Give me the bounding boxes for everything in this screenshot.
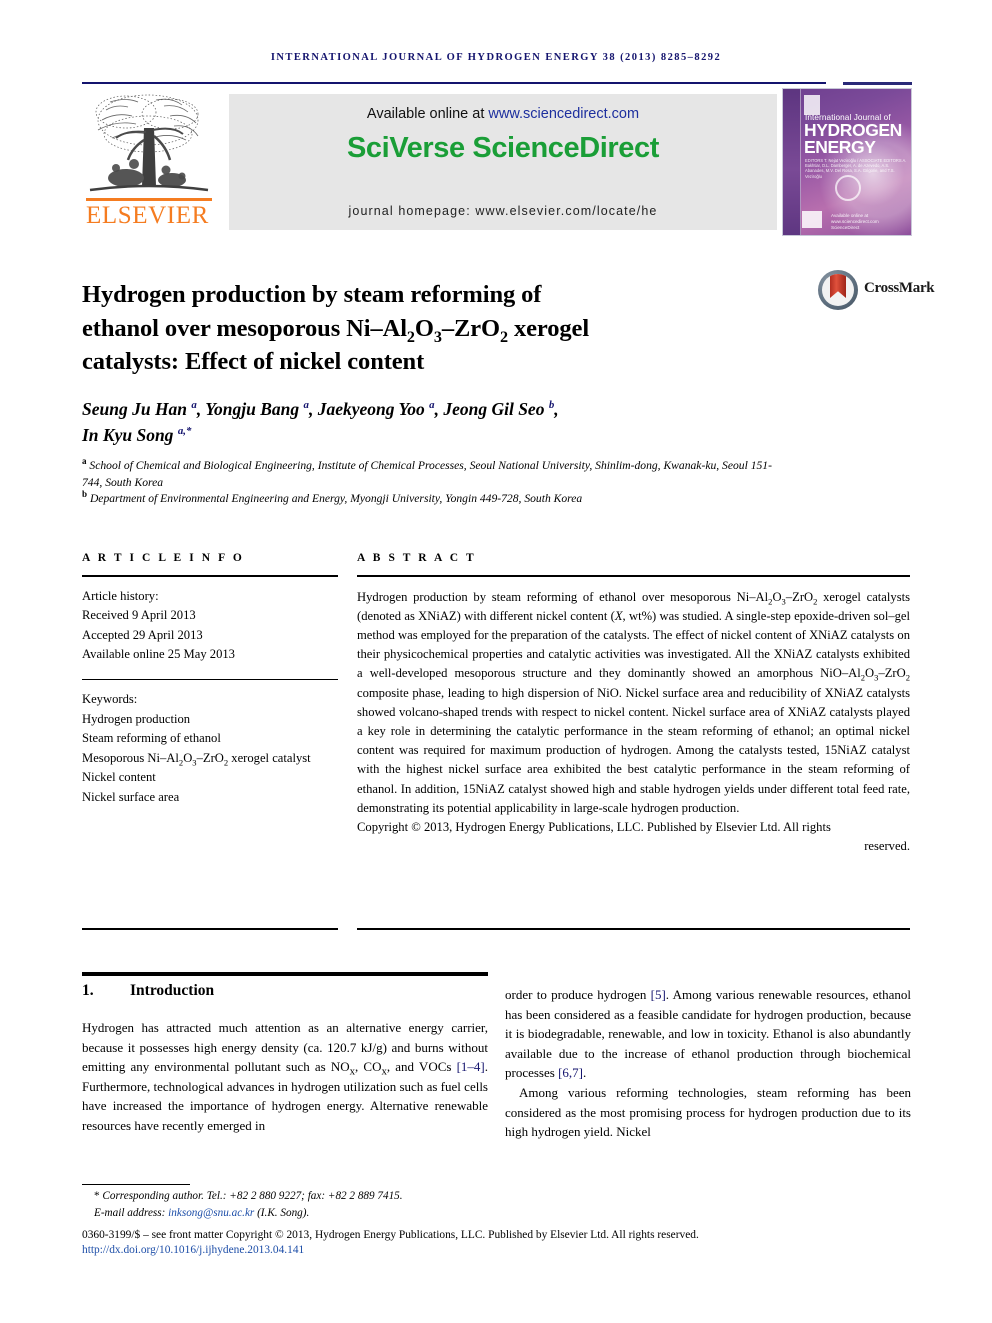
- abstract-copyright: Copyright © 2013, Hydrogen Energy Public…: [357, 818, 910, 856]
- cover-spine: [783, 89, 801, 235]
- keyword-item: Steam reforming of ethanol: [82, 731, 221, 745]
- history-received: Received 9 April 2013: [82, 608, 196, 622]
- title-line-3: catalysts: Effect of nickel content: [82, 348, 425, 376]
- affiliations: a School of Chemical and Biological Engi…: [82, 456, 782, 508]
- author-affil-marker: a: [303, 399, 309, 412]
- doi-link[interactable]: http://dx.doi.org/10.1016/j.ijhydene.201…: [82, 1244, 304, 1256]
- elsevier-wordmark: ELSEVIER: [86, 202, 209, 229]
- affil-marker-b: b: [82, 489, 88, 500]
- journal-cover-thumbnail: International Journal of HYDROGEN ENERGY…: [782, 88, 912, 236]
- author-affil-marker: a: [191, 399, 197, 412]
- abstract-heading: A B S T R A C T: [357, 552, 477, 564]
- affil-marker-a: a: [82, 456, 87, 467]
- email-label: E-mail address:: [94, 1206, 169, 1219]
- section-number: 1.: [82, 982, 94, 999]
- masthead: ELSEVIER Available online at www.science…: [80, 88, 912, 236]
- header-rule: [82, 82, 826, 84]
- cover-title-line2: HYDROGEN ENERGY: [804, 120, 902, 157]
- body-column-right: order to produce hydrogen [5]. Among var…: [505, 985, 911, 1142]
- abstract-bottom-rule: [357, 928, 910, 930]
- abstract-rule: [357, 575, 910, 577]
- abstract-text: Hydrogen production by steam reforming o…: [357, 589, 910, 815]
- sciencedirect-url[interactable]: www.sciencedirect.com: [488, 106, 639, 122]
- crossmark-icon: [818, 270, 858, 310]
- history-available-online: Available online 25 May 2013: [82, 647, 235, 661]
- keyword-item-formula: Mesoporous Ni–Al2O3–ZrO2 xerogel catalys…: [82, 750, 311, 768]
- keyword-item: Hydrogen production: [82, 711, 191, 726]
- info-bottom-rule: [82, 928, 338, 930]
- article-info-heading: A R T I C L E I N F O: [82, 552, 245, 564]
- article-info-rule: [82, 575, 338, 577]
- keywords-rule: [82, 678, 338, 680]
- citation-ref[interactable]: [1–4]: [457, 1059, 485, 1074]
- running-head: International Journal of Hydrogen Energy…: [270, 52, 722, 63]
- article-page: International Journal of Hydrogen Energy…: [0, 0, 992, 1323]
- asterisk-icon: *: [94, 1190, 100, 1202]
- title-sub-2: 2: [406, 328, 415, 346]
- journal-homepage-url[interactable]: journal homepage: www.elsevier.com/locat…: [229, 204, 777, 218]
- crossmark-ribbon-icon: [830, 274, 846, 298]
- crossmark-badge[interactable]: CrossMark: [818, 266, 935, 318]
- intro-paragraph-left: Hydrogen has attracted much attention as…: [82, 1020, 488, 1133]
- author-list: Seung Ju Han a, Yongju Bang a, Jaekyeong…: [82, 399, 559, 445]
- copyright-main: Copyright © 2013, Hydrogen Energy Public…: [357, 819, 831, 834]
- cover-ring-graphic: [835, 175, 861, 201]
- sciencedirect-banner: Available online at www.sciencedirect.co…: [229, 94, 777, 230]
- keyword-item: Nickel content: [82, 770, 156, 784]
- cover-editors: EDITORS T. Nejat Veziroğlu / ASSOCIATE E…: [805, 158, 907, 179]
- available-online-text: Available online at www.sciencedirect.co…: [229, 106, 777, 122]
- affiliation-b: Department of Environmental Engineering …: [89, 492, 583, 505]
- citation-ref[interactable]: [6,7]: [558, 1065, 583, 1080]
- article-history: Article history: Received 9 April 2013 A…: [82, 587, 338, 665]
- header-rule-right: [843, 82, 912, 85]
- footnote-block: * Corresponding author. Tel.: +82 2 880 …: [82, 1188, 912, 1221]
- corresponding-author-note: * Corresponding author. Tel.: +82 2 880 …: [82, 1188, 912, 1205]
- title-sub-3: 3: [433, 328, 442, 346]
- title-line-2a: ethanol over mesoporous Ni–Al: [82, 314, 407, 342]
- keywords-block: Keywords: Hydrogen production Steam refo…: [82, 690, 338, 807]
- intro-paragraph-right-2: Among various reforming technologies, st…: [505, 1084, 911, 1140]
- elsevier-tree-icon: [89, 94, 209, 192]
- corresponding-author-text: Corresponding author. Tel.: +82 2 880 92…: [102, 1190, 403, 1202]
- author-affil-marker: a,*: [177, 425, 192, 438]
- body-column-left: Hydrogen has attracted much attention as…: [82, 1018, 488, 1136]
- section-title: Introduction: [130, 982, 215, 999]
- footnote-rule: [82, 1184, 190, 1186]
- title-line-1: Hydrogen production by steam reforming o…: [82, 281, 542, 309]
- article-info-column: A R T I C L E I N F O Article history: R…: [82, 552, 338, 807]
- keyword-item: Nickel surface area: [82, 789, 180, 804]
- history-accepted: Accepted 29 April 2013: [82, 627, 203, 642]
- author-affil-marker: b: [548, 399, 555, 412]
- title-line-2b: O: [414, 314, 434, 342]
- crossmark-icon-inner: [822, 274, 854, 306]
- crossmark-label: CrossMark: [864, 280, 935, 296]
- keywords-label: Keywords:: [82, 692, 138, 706]
- affiliation-a: School of Chemical and Biological Engine…: [82, 459, 772, 489]
- section-heading-introduction: 1. Introduction: [82, 982, 488, 1000]
- history-label: Article history:: [82, 588, 159, 603]
- elsevier-logo: ELSEVIER: [80, 88, 225, 236]
- abstract-column: A B S T R A C T Hydrogen production by s…: [357, 552, 910, 856]
- intro-paragraph-right-1: order to produce hydrogen [5]. Among var…: [505, 987, 911, 1081]
- issn-copyright-line: 0360-3199/$ – see front matter Copyright…: [82, 1229, 699, 1241]
- cover-he-icon: [802, 211, 822, 228]
- title-sub-2b: 2: [499, 328, 508, 346]
- email-link[interactable]: inksong@snu.ac.kr: [168, 1207, 254, 1219]
- cover-sciencedirect-note: Available online at www.sciencedirect.co…: [831, 213, 879, 230]
- email-note: E-mail address: inksong@snu.ac.kr (I.K. …: [82, 1205, 912, 1222]
- copyright-last: reserved.: [864, 839, 910, 854]
- sciencedirect-logo: SciVerse ScienceDirect: [346, 132, 660, 164]
- introduction-rule: [82, 972, 488, 976]
- available-prefix: Available online at: [366, 106, 489, 122]
- title-line-2c: –ZrO: [441, 314, 500, 342]
- title-line-2d: xerogel: [507, 314, 590, 342]
- page-title: Hydrogen production by steam reforming o…: [82, 278, 692, 379]
- cover-elsevier-icon: [804, 95, 820, 115]
- author-affil-marker: a: [429, 399, 435, 412]
- email-suffix: (I.K. Song).: [254, 1206, 310, 1219]
- citation-ref[interactable]: [5]: [651, 987, 666, 1002]
